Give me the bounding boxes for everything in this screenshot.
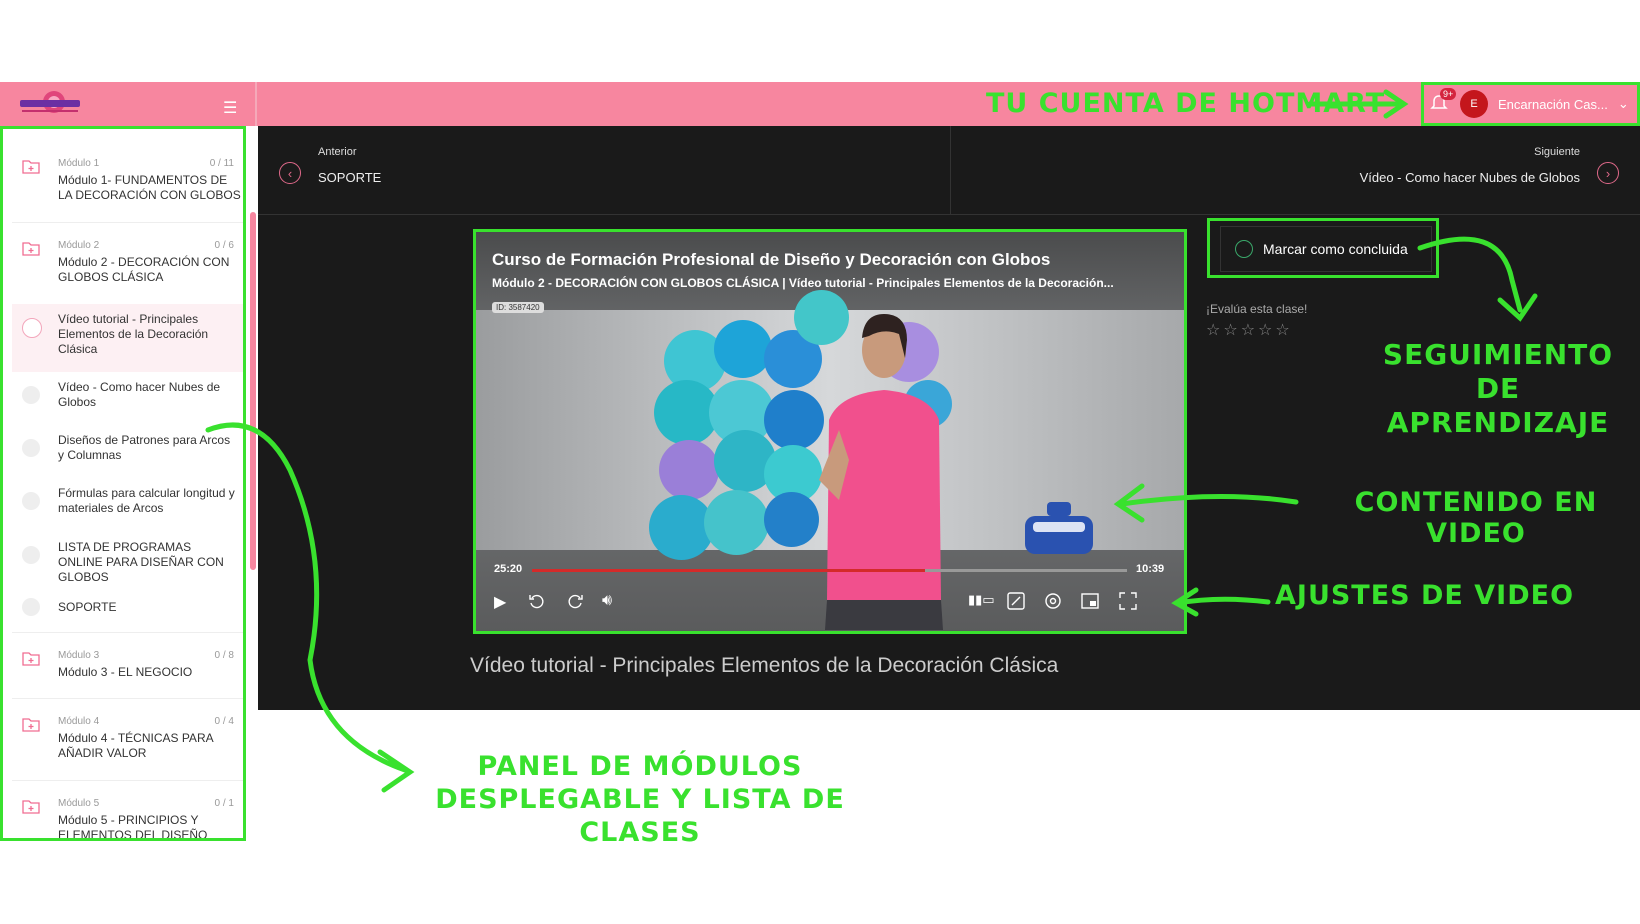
arrow-tracking [1417, 236, 1523, 313]
arrow-panel-head [377, 749, 415, 793]
arrow-video-settings [1175, 596, 1271, 606]
annotation-arrows [205, 89, 1538, 793]
arrow-video-content [1119, 493, 1299, 507]
arrow-panel [205, 422, 408, 773]
